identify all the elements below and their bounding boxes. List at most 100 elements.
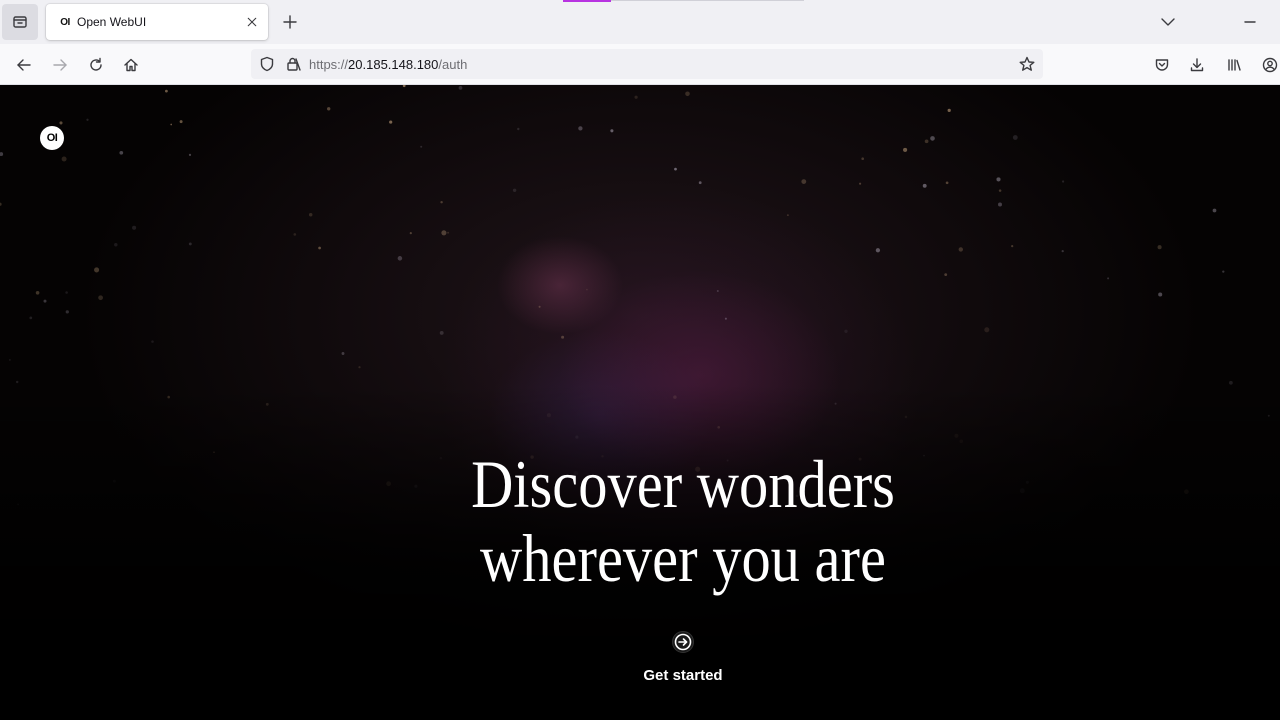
star [439,330,444,335]
star [29,316,33,320]
star [1157,245,1162,250]
tab-title: Open WebUI [77,15,147,29]
star [0,202,2,206]
star [903,147,908,152]
star [996,177,1001,182]
back-button[interactable] [10,51,38,79]
tab-favicon: OI [60,16,70,28]
account-button[interactable] [1256,51,1280,79]
lock-icon [287,57,301,71]
minimize-icon [1244,21,1256,23]
browser-tab-active[interactable]: OI Open WebUI [46,4,268,40]
star [441,230,447,236]
url-bar[interactable]: https://20.185.148.180/auth [251,49,1043,79]
star [409,232,412,235]
browser-tab-bar: OI Open WebUI [0,0,1280,44]
star [98,295,103,301]
arrow-right-icon [53,59,67,71]
star [958,247,964,252]
hero-headline: Discover wonders wherever you are [388,447,978,595]
star [165,89,168,93]
reload-icon [90,57,102,71]
star [132,225,137,230]
star [947,108,951,113]
star [698,181,702,185]
downloads-button[interactable] [1183,51,1211,79]
hero-headline-line-1: Discover wonders [471,446,895,522]
star [318,246,321,250]
arrow-circle-right-icon [674,633,692,651]
star [786,214,789,217]
star [1062,180,1065,183]
star [1061,249,1064,253]
star [930,136,935,141]
home-icon [124,58,138,72]
star [1222,270,1225,273]
star [538,305,541,308]
list-all-tabs-button[interactable] [1156,10,1180,34]
star [15,380,19,384]
window-minimize-button[interactable] [1238,10,1262,34]
forward-button[interactable] [46,51,74,79]
tracking-protection-button[interactable] [257,54,277,74]
star [458,86,463,90]
close-icon [247,17,257,27]
arrow-left-icon [17,59,31,71]
star [561,335,565,339]
star [447,231,450,234]
plus-icon [283,15,297,29]
star [43,299,47,303]
get-started-label[interactable]: Get started [583,667,783,684]
site-security-button[interactable] [283,54,303,74]
star [188,242,192,246]
star [397,256,403,261]
new-tab-button[interactable] [278,8,302,36]
star [1011,244,1014,248]
star [859,182,862,185]
tab-list-button[interactable] [2,4,38,40]
browser-nav-bar: https://20.185.148.180/auth [0,44,1280,85]
star [170,123,173,126]
star [875,248,881,253]
star [801,179,807,184]
auth-landing-page: OI Discover wonders wherever you are Get… [0,85,1280,720]
star [998,202,1002,207]
star [188,153,192,156]
star [389,120,393,124]
star [685,91,690,97]
url-path: /auth [438,56,468,72]
shield-icon [260,56,274,72]
star [998,189,1002,192]
reload-button[interactable] [82,51,110,79]
get-started-button[interactable] [672,631,694,653]
pocket-button[interactable] [1148,51,1176,79]
url-scheme: https:// [309,56,349,72]
star [308,212,313,217]
bookmark-button[interactable] [1017,54,1037,74]
library-icon [1228,59,1241,71]
star [634,95,638,99]
star [151,340,154,343]
star [59,121,63,125]
tab-list-icon [13,16,27,28]
star [922,183,927,188]
account-icon [1262,57,1278,73]
star [420,145,423,148]
star [945,181,949,185]
star [440,200,443,204]
star [114,242,118,247]
pocket-icon [1155,59,1169,71]
tab-close-button[interactable] [240,10,264,34]
star [119,150,124,155]
star [716,289,719,293]
star [924,139,929,144]
home-button[interactable] [117,51,145,79]
library-button[interactable] [1220,51,1248,79]
tab-bar-accent-line [611,0,804,1]
download-icon [1190,58,1204,72]
star [179,120,183,124]
star [610,129,614,133]
star [61,156,67,162]
star [844,329,848,333]
star [358,366,361,369]
